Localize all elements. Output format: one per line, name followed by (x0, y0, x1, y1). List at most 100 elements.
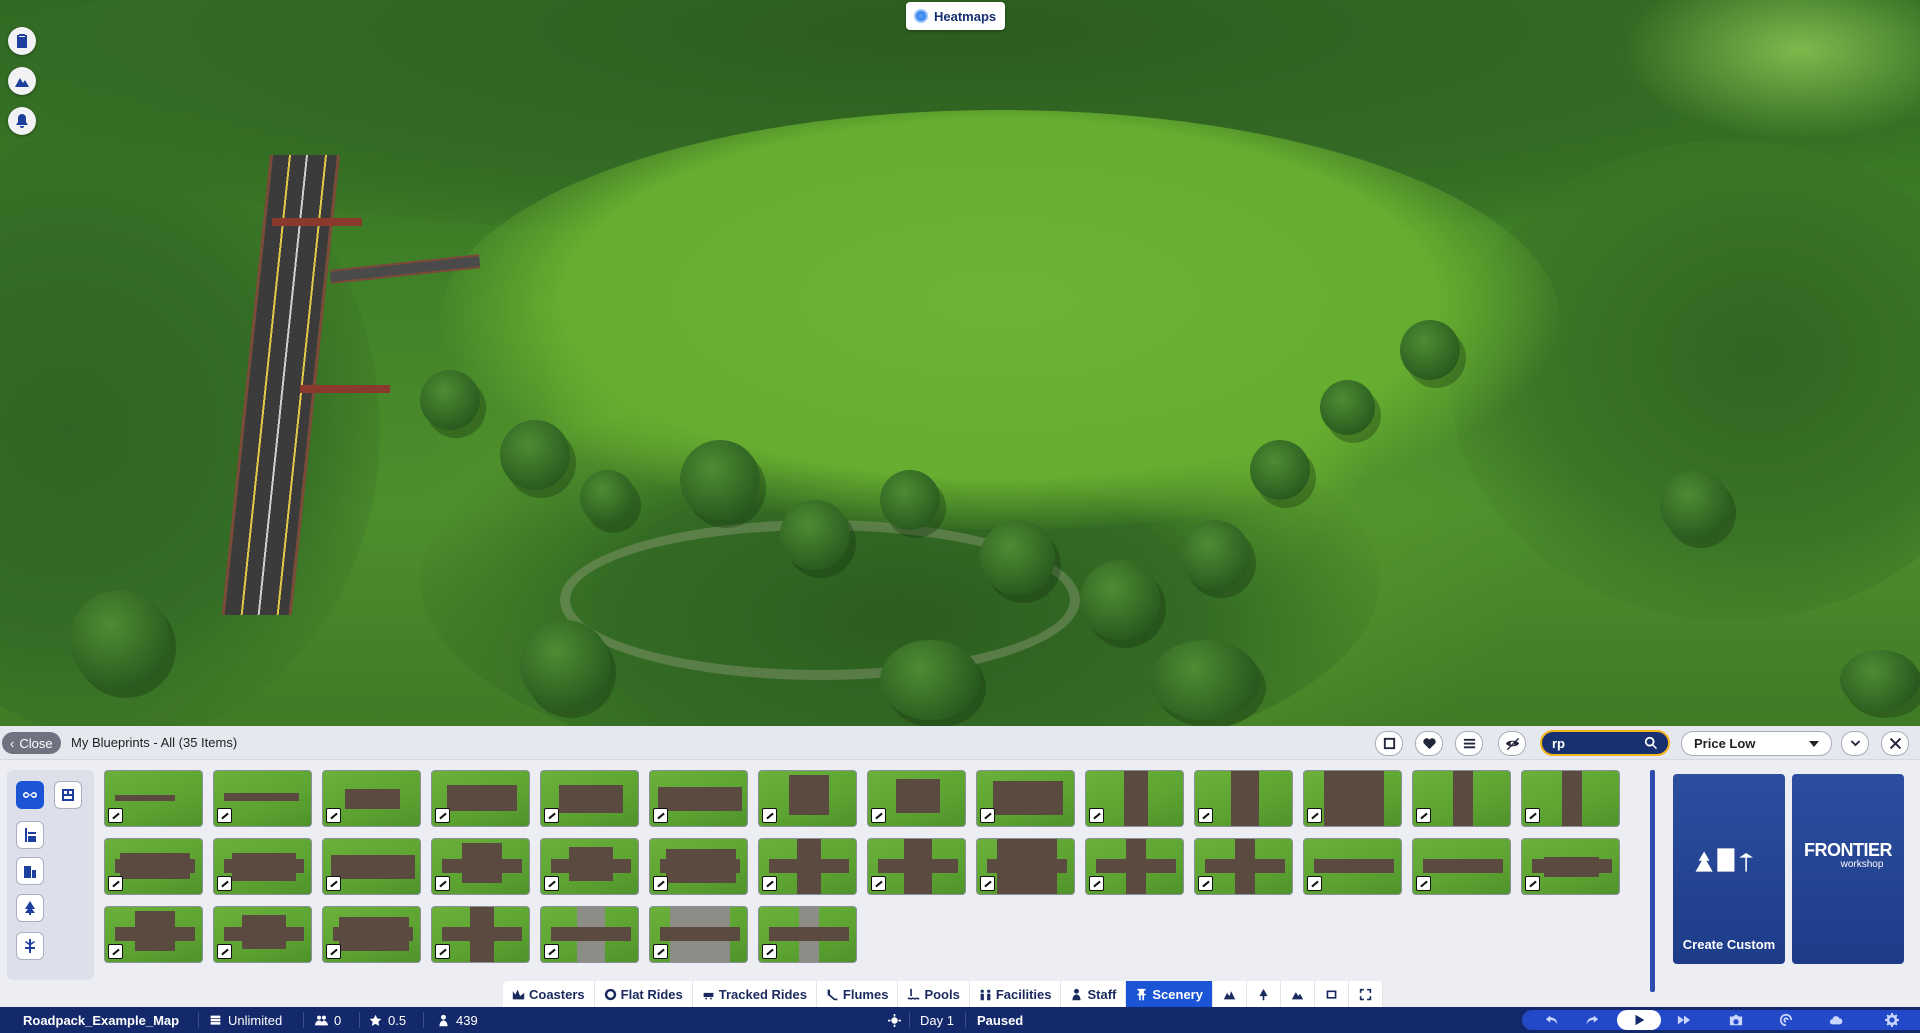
filter-scenery[interactable] (16, 894, 44, 922)
tab-tracked-rides[interactable]: Tracked Rides (693, 981, 817, 1007)
blueprint-thumbnail[interactable] (431, 770, 530, 827)
blueprint-thumbnail[interactable] (1085, 770, 1184, 827)
blueprint-thumbnail[interactable] (1303, 770, 1402, 827)
blueprint-badge-icon (762, 808, 777, 823)
tab-label: Flat Rides (620, 986, 683, 1002)
blueprint-badge-icon (108, 944, 123, 959)
tab-flat-rides[interactable]: Flat Rides (595, 981, 693, 1007)
blueprint-thumbnail[interactable] (976, 838, 1075, 895)
money-readout[interactable]: Unlimited (209, 1007, 282, 1033)
blueprint-thumbnail[interactable] (540, 770, 639, 827)
blueprint-thumbnail[interactable] (1521, 770, 1620, 827)
side-button-notifications[interactable] (8, 107, 36, 135)
fast-forward-button[interactable] (1664, 1010, 1704, 1030)
panel-close-button[interactable] (1881, 731, 1909, 756)
blueprint-thumbnail[interactable] (322, 770, 421, 827)
blueprint-thumbnail[interactable] (1085, 838, 1184, 895)
settings-button[interactable] (1872, 1010, 1912, 1030)
blueprint-thumbnail[interactable] (1194, 838, 1293, 895)
frontier-workshop-button[interactable]: FRONTIER workshop (1792, 774, 1904, 964)
favourites-button[interactable] (1415, 731, 1443, 756)
blueprint-thumbnail[interactable] (104, 906, 203, 963)
blueprint-thumbnail[interactable] (867, 770, 966, 827)
tab-expand[interactable] (1349, 981, 1383, 1007)
tree (880, 470, 940, 530)
filter-buildings[interactable] (16, 857, 44, 885)
grid-scrollbar[interactable] (1650, 770, 1655, 992)
tab-trees[interactable] (1247, 981, 1281, 1007)
close-button[interactable]: ‹ Close (2, 732, 61, 754)
blueprint-badge-icon (326, 876, 341, 891)
blueprint-thumbnail[interactable] (540, 838, 639, 895)
sort-order-button[interactable] (1841, 731, 1869, 756)
search-input[interactable] (1552, 735, 1642, 751)
blueprint-thumbnail[interactable] (867, 838, 966, 895)
filter-paths[interactable] (16, 932, 44, 960)
tab-terrain[interactable] (1213, 981, 1247, 1007)
blueprint-thumbnail[interactable] (431, 906, 530, 963)
camera-button[interactable] (1716, 1010, 1756, 1030)
blueprint-toggle-button[interactable] (1375, 731, 1403, 756)
blueprint-thumbnail[interactable] (758, 906, 857, 963)
tab-scenery[interactable]: Scenery (1126, 981, 1213, 1007)
create-custom-button[interactable]: Create Custom (1673, 774, 1785, 964)
tab-flumes[interactable]: Flumes (817, 981, 899, 1007)
tab-pools[interactable]: Pools (898, 981, 970, 1007)
blueprint-thumbnail[interactable] (104, 770, 203, 827)
tab-facilities[interactable]: Facilities (970, 981, 1062, 1007)
sort-dropdown[interactable]: Price Low (1681, 731, 1832, 756)
tab-label: Pools (924, 986, 960, 1002)
filter-rides[interactable] (16, 821, 44, 849)
undo-button[interactable] (1532, 1010, 1572, 1030)
tab-label: Facilities (995, 986, 1052, 1002)
tab-blueprints[interactable] (1315, 981, 1349, 1007)
notifications-button[interactable] (1766, 1010, 1806, 1030)
blueprint-panel: ‹ Close My Blueprints - All (35 Items) P… (0, 726, 1920, 1007)
blueprint-thumbnail[interactable] (540, 906, 639, 963)
blueprint-thumbnail[interactable] (213, 838, 312, 895)
filter-all[interactable] (16, 781, 44, 809)
blueprint-badge-icon (1416, 876, 1431, 891)
blueprint-thumbnail[interactable] (322, 838, 421, 895)
side-button-terrain[interactable] (8, 67, 36, 95)
blueprint-thumbnail[interactable] (649, 906, 748, 963)
blueprint-thumbnail[interactable] (758, 770, 857, 827)
blueprint-thumbnail[interactable] (649, 838, 748, 895)
blueprint-thumbnail[interactable] (649, 770, 748, 827)
hide-button[interactable] (1498, 731, 1526, 756)
blueprint-thumbnail[interactable] (104, 838, 203, 895)
blueprint-thumbnail[interactable] (213, 770, 312, 827)
tab-staff[interactable]: Staff (1061, 981, 1127, 1007)
blueprint-thumbnail[interactable] (1194, 770, 1293, 827)
blueprint-thumbnail[interactable] (758, 838, 857, 895)
blueprint-thumbnail[interactable] (213, 906, 312, 963)
divider (423, 1012, 424, 1028)
blueprint-badge-icon (1198, 876, 1213, 891)
blueprint-thumbnail[interactable] (1412, 770, 1511, 827)
tab-label: Flumes (842, 986, 889, 1002)
side-button-objectives[interactable] (8, 27, 36, 55)
blueprint-thumbnail[interactable] (1412, 838, 1511, 895)
flume-icon (827, 989, 838, 1000)
tab-coasters[interactable]: Coasters (503, 981, 595, 1007)
park-viewport[interactable]: Heatmaps (0, 0, 1920, 726)
blueprint-thumbnail[interactable] (976, 770, 1075, 827)
road-preview (115, 927, 195, 941)
blueprint-thumbnail[interactable] (1303, 838, 1402, 895)
blueprint-thumbnail[interactable] (431, 838, 530, 895)
filter-blueprint-library[interactable] (54, 781, 82, 809)
population-readout[interactable]: 439 (437, 1007, 478, 1033)
tab-landscape[interactable] (1281, 981, 1315, 1007)
redo-button[interactable] (1572, 1010, 1612, 1030)
heatmaps-button[interactable]: Heatmaps (906, 2, 1006, 30)
blueprint-thumbnail[interactable] (1521, 838, 1620, 895)
rating-readout[interactable]: 0.5 (369, 1007, 406, 1033)
filter-options-button[interactable] (1455, 731, 1483, 756)
blueprint-thumbnail[interactable] (322, 906, 421, 963)
search-box[interactable] (1540, 730, 1670, 756)
play-button[interactable] (1617, 1010, 1661, 1030)
weather-button[interactable] (1816, 1010, 1856, 1030)
guests-readout[interactable]: 0 (315, 1007, 341, 1033)
weather-readout[interactable] (888, 1007, 901, 1033)
park-name[interactable]: Roadpack_Example_Map (23, 1007, 179, 1033)
